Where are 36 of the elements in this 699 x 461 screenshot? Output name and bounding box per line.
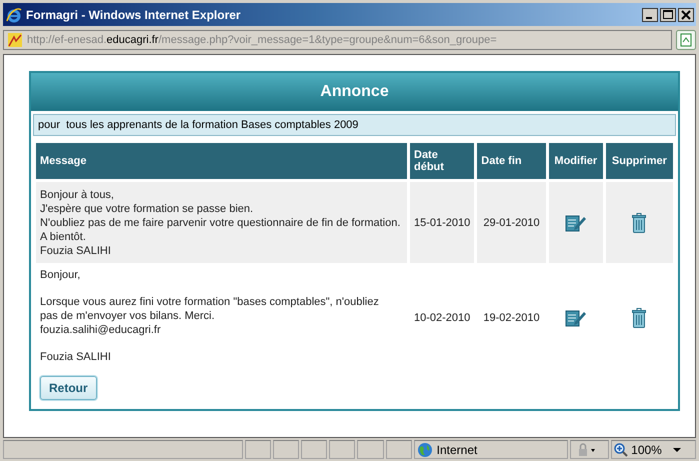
panel-title: Annonce	[31, 73, 678, 111]
globe-icon	[416, 442, 433, 458]
message-cell: Bonjour à tous, J'espère que votre formation se passe bien. N'oubliez pas de me faire parvenir votre questionnaire de fin de formation. A bientôt. Fouzia SALIHI	[36, 182, 407, 263]
date-cell: 29-01-2010	[477, 182, 546, 263]
audience-text: pour tous les apprenants de la formation Bases comptables 2009	[33, 114, 676, 136]
back-button[interactable]: Retour	[40, 376, 97, 400]
security-zone: Internet	[436, 442, 478, 456]
compatibility-icon[interactable]	[676, 30, 696, 50]
window-title: Formagri - Windows Internet Explorer	[26, 8, 242, 22]
zoom-icon[interactable]	[614, 442, 628, 456]
column-header: Supprimer	[606, 143, 673, 179]
date-cell: 15-01-2010	[410, 182, 474, 263]
date-cell-text: 10-02-2010	[413, 311, 472, 326]
browser-logo-icon	[6, 6, 22, 22]
close-icon[interactable]	[678, 8, 694, 22]
status-pane	[301, 440, 328, 459]
caret-icon[interactable]	[672, 448, 681, 452]
edit-icon[interactable]	[564, 309, 587, 327]
status-pane	[386, 440, 412, 459]
status-pane	[357, 440, 384, 459]
status-pane	[329, 440, 356, 459]
page-icon	[8, 33, 22, 47]
column-header: Date début	[410, 143, 474, 179]
column-header: Message	[36, 143, 407, 179]
status-pane	[272, 440, 300, 459]
column-header: Date fin	[477, 143, 546, 179]
address-field[interactable]: http://ef-enesad.educagri.fr/message.php?voir_message=1&type=groupe&num=6&son_groupe=	[3, 30, 672, 50]
trash-icon[interactable]	[632, 308, 646, 328]
maximize-icon[interactable]	[660, 8, 676, 22]
status-pane	[244, 440, 271, 459]
message-cell-text: Bonjour, Lorsque vous aurez fini votre formation "bases comptables", n'oubliez pas de m'envoyer vos bilans. Merci. fouzia.salihi@educagri.fr Fouzia SALIHI	[39, 268, 380, 365]
minimize-icon[interactable]	[642, 8, 658, 22]
date-cell-text: 19-02-2010	[482, 311, 541, 326]
column-header: Modifier	[548, 143, 603, 179]
trash-icon[interactable]	[632, 212, 646, 232]
edit-icon[interactable]	[564, 214, 587, 232]
